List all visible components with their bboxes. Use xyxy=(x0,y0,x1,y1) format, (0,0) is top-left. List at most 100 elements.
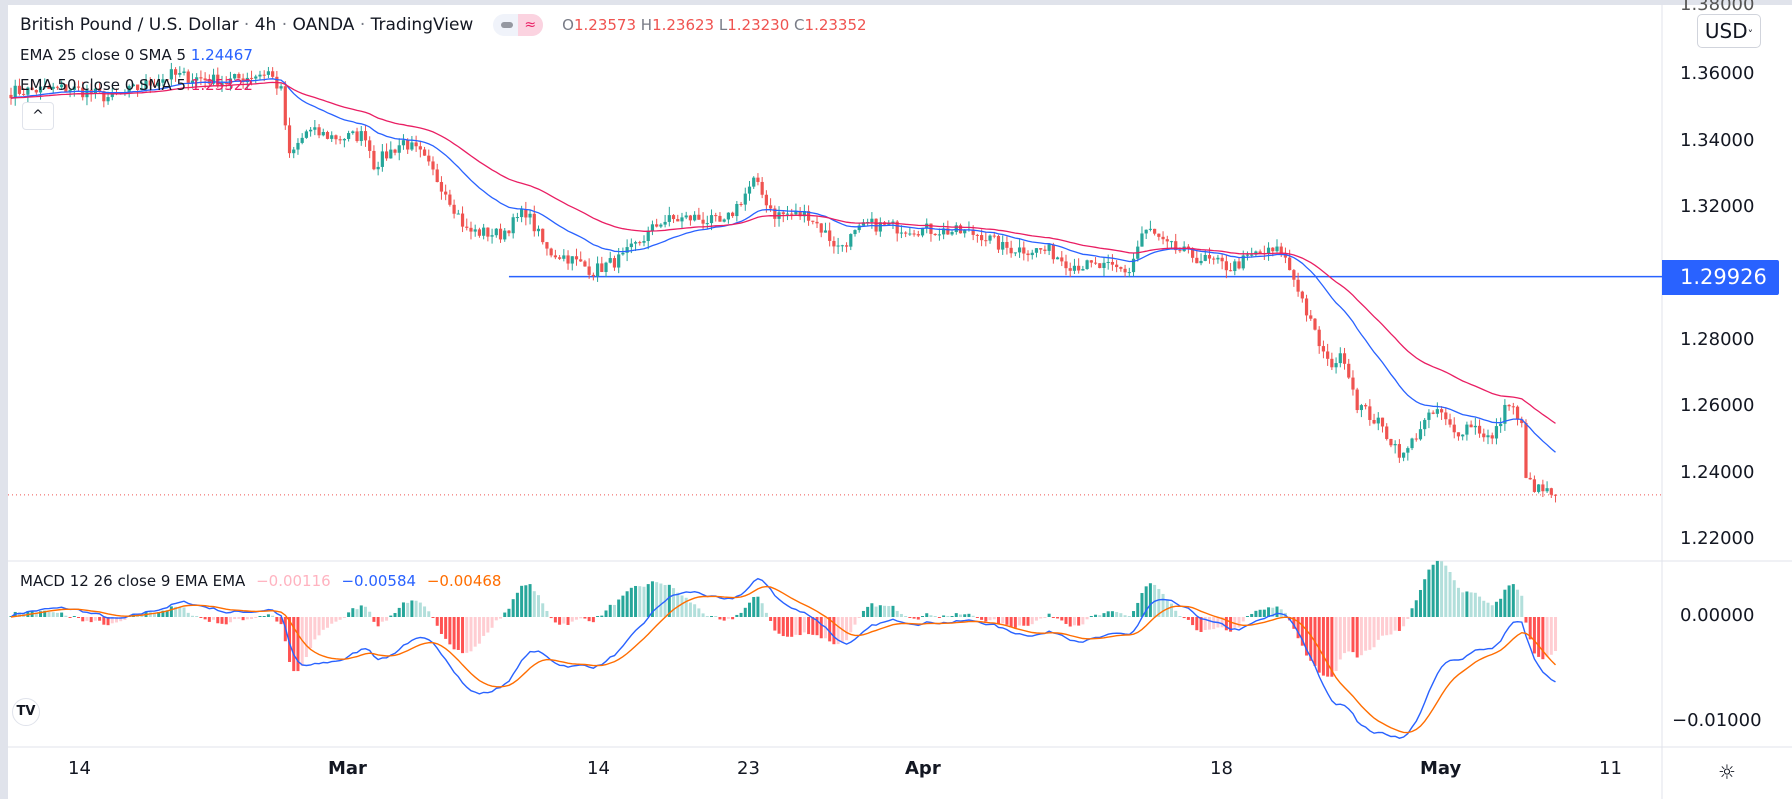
macd-histogram-bar xyxy=(1094,614,1098,617)
horizontal-line-price-label[interactable]: 1.29926 xyxy=(1662,260,1779,295)
candle-body xyxy=(1089,260,1093,263)
macd-histogram-bar xyxy=(250,617,254,619)
macd-histogram-bar xyxy=(406,602,410,617)
macd-histogram-bar xyxy=(1195,617,1199,631)
candle-body xyxy=(1081,269,1085,271)
macd-histogram-bar xyxy=(216,617,220,624)
candle-body xyxy=(422,149,427,156)
candle-body xyxy=(1055,257,1060,260)
macd-histogram-bar xyxy=(473,617,477,647)
candle-body xyxy=(1224,261,1228,271)
candle-body xyxy=(1537,484,1541,492)
macd-histogram-bar xyxy=(456,617,460,650)
candle-body xyxy=(448,194,452,205)
market-status-pill[interactable]: ≈ xyxy=(492,14,543,36)
macd-histogram-bar xyxy=(558,617,562,625)
candle-body xyxy=(1064,261,1068,269)
macd-histogram-bar xyxy=(266,614,270,617)
candles xyxy=(8,62,1662,503)
macd-histogram-bar xyxy=(642,586,646,617)
candle-body xyxy=(1140,233,1144,247)
candle-body xyxy=(633,242,638,244)
macd-histogram-bar xyxy=(355,609,359,617)
ohlc-values: O1.23573 H1.23623 L1.23230 C1.23352 xyxy=(562,16,867,34)
macd-histogram-bar xyxy=(553,617,557,623)
macd-histogram-bar xyxy=(477,617,481,644)
chart-canvas[interactable] xyxy=(0,0,1792,799)
candle-body xyxy=(832,240,836,247)
candle-body xyxy=(363,131,368,141)
candle-body xyxy=(853,230,857,235)
macd-histogram-bar xyxy=(486,617,490,633)
ema25-legend[interactable]: EMA 25 close 0 SMA 5 1.24467 xyxy=(20,46,253,64)
macd-histogram-bar xyxy=(1545,617,1549,657)
macd-histogram-bar xyxy=(1068,617,1072,627)
source: TradingView xyxy=(370,15,474,35)
macd-histogram-bar xyxy=(908,617,912,618)
candle-body xyxy=(1233,261,1237,272)
candle-body xyxy=(908,233,912,235)
macd-histogram-bar xyxy=(1532,617,1536,654)
macd-histogram-bar xyxy=(524,585,528,617)
macd-histogram-bar xyxy=(102,617,106,625)
macd-histogram-bar xyxy=(1039,617,1043,619)
candle-body xyxy=(726,212,730,220)
candle-body xyxy=(553,255,557,258)
time-tick: 14 xyxy=(68,758,91,779)
macd-histogram-bar xyxy=(1393,617,1397,631)
high-value: 1.23623 xyxy=(652,16,715,34)
candle-body xyxy=(684,215,688,218)
candle-body xyxy=(1376,417,1380,424)
macd-histogram-bar xyxy=(1414,600,1418,617)
macd-histogram-bar xyxy=(591,617,595,623)
macd-histogram-bar xyxy=(72,616,76,617)
macd-histogram-bar xyxy=(1499,598,1503,617)
macd-histogram-bar xyxy=(1456,587,1460,617)
macd-histogram-bar xyxy=(701,613,705,617)
candle-body xyxy=(1258,251,1262,254)
macd-histogram-bar xyxy=(1262,609,1266,617)
interval[interactable]: 4h xyxy=(255,15,277,35)
macd-histogram-bar xyxy=(169,606,173,617)
macd-histogram-bar xyxy=(1051,617,1055,618)
macd-histogram-bar xyxy=(1537,617,1541,657)
macd-histogram-bar xyxy=(574,617,578,620)
tradingview-logo[interactable]: TV xyxy=(12,698,40,726)
price-tick: 1.36000 xyxy=(1680,63,1755,84)
separator: · xyxy=(359,15,366,35)
candle-body xyxy=(368,140,372,151)
macd-histogram-bar xyxy=(1465,591,1469,617)
candle-body xyxy=(916,234,920,236)
macd-histogram-bar xyxy=(81,617,85,622)
macd-histogram-bar xyxy=(515,592,519,617)
settings-gear-icon[interactable]: ☼ xyxy=(1718,760,1736,784)
time-tick: 14 xyxy=(587,758,610,779)
macd-histogram-bar xyxy=(1060,617,1064,621)
macd-histogram-bar xyxy=(655,582,659,617)
macd-legend[interactable]: MACD 12 26 close 9 EMA EMA −0.00116 −0.0… xyxy=(20,572,501,590)
minus-icon xyxy=(500,22,513,28)
candle-body xyxy=(334,135,338,140)
macd-histogram-bar xyxy=(1123,615,1127,617)
candle-body xyxy=(1439,409,1444,413)
currency-select[interactable]: USD˅ xyxy=(1697,14,1761,48)
candle-body xyxy=(604,262,608,272)
candle-body xyxy=(431,161,435,170)
macd-histogram-bar xyxy=(68,617,72,618)
candle-body xyxy=(287,125,292,154)
collapse-legend-button[interactable]: ^ xyxy=(22,102,54,130)
candle-body xyxy=(714,215,718,217)
candle-body xyxy=(1060,257,1064,262)
macd-histogram-bar xyxy=(452,617,456,650)
candle-body xyxy=(435,169,439,183)
candle-body xyxy=(1397,444,1401,458)
ema50-label: EMA 50 close 0 SMA 5 xyxy=(20,76,187,94)
time-tick: Mar xyxy=(328,758,367,779)
candle-body xyxy=(558,257,562,259)
candle-body xyxy=(536,228,541,232)
macd-histogram-bar xyxy=(1554,617,1558,651)
ema50-legend[interactable]: EMA 50 close 0 SMA 5 1.25322 xyxy=(20,76,253,94)
candle-body xyxy=(1423,419,1427,430)
macd-histogram-bar xyxy=(933,616,937,617)
macd-histogram-bar xyxy=(224,617,228,625)
